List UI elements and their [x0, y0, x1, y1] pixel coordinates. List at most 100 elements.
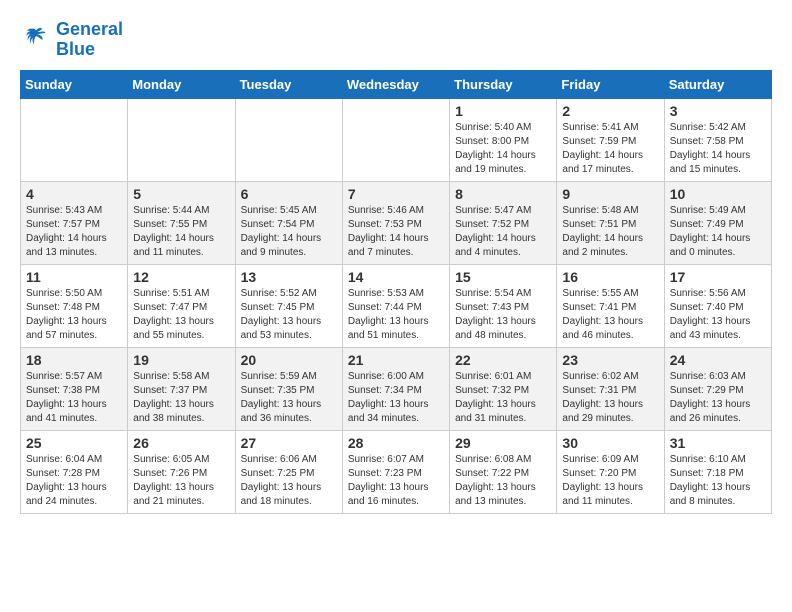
- calendar-cell: 18 Sunrise: 5:57 AM Sunset: 7:38 PM Dayli…: [21, 347, 128, 430]
- day-detail: Sunrise: 5:46 AM Sunset: 7:53 PM Dayligh…: [348, 204, 444, 260]
- day-number: 27: [241, 435, 337, 451]
- weekday-header-cell: Thursday: [450, 70, 557, 98]
- weekday-header-cell: Wednesday: [342, 70, 449, 98]
- day-number: 4: [26, 186, 122, 202]
- day-number: 11: [26, 269, 122, 285]
- day-number: 7: [348, 186, 444, 202]
- calendar-week-row: 25Sunrise: 6:04 AM Sunset: 7:28 PM Dayli…: [21, 430, 772, 513]
- day-number: 6: [241, 186, 337, 202]
- weekday-header-cell: Friday: [557, 70, 664, 98]
- day-number: 22: [455, 352, 551, 368]
- calendar-cell: 29 Sunrise: 6:08 AM Sunset: 7:22 PM Dayli…: [450, 430, 557, 513]
- day-number: 26: [133, 435, 229, 451]
- calendar-cell: [235, 98, 342, 181]
- day-number: 2: [562, 103, 658, 119]
- day-detail: Sunrise: 6:00 AM Sunset: 7:34 PM Dayligh…: [348, 370, 444, 426]
- day-number: 13: [241, 269, 337, 285]
- weekday-header-cell: Saturday: [664, 70, 771, 98]
- calendar-cell: 31 Sunrise: 6:10 AM Sunset: 7:18 PM Dayli…: [664, 430, 771, 513]
- calendar-cell: 9 Sunrise: 5:48 AM Sunset: 7:51 PM Daylig…: [557, 181, 664, 264]
- calendar-table: SundayMondayTuesdayWednesdayThursdayFrid…: [20, 70, 772, 514]
- day-number: 14: [348, 269, 444, 285]
- calendar-cell: 28Sunrise: 6:07 AM Sunset: 7:23 PM Dayli…: [342, 430, 449, 513]
- calendar-cell: 4 Sunrise: 5:43 AM Sunset: 7:57 PM Daylig…: [21, 181, 128, 264]
- day-number: 24: [670, 352, 766, 368]
- day-detail: Sunrise: 5:50 AM Sunset: 7:48 PM Dayligh…: [26, 287, 122, 343]
- day-detail: Sunrise: 5:40 AM Sunset: 8:00 PM Dayligh…: [455, 121, 551, 177]
- day-detail: Sunrise: 5:48 AM Sunset: 7:51 PM Dayligh…: [562, 204, 658, 260]
- weekday-header-cell: Tuesday: [235, 70, 342, 98]
- calendar-cell: 17 Sunrise: 5:56 AM Sunset: 7:40 PM Dayli…: [664, 264, 771, 347]
- day-detail: Sunrise: 5:49 AM Sunset: 7:49 PM Dayligh…: [670, 204, 766, 260]
- day-number: 20: [241, 352, 337, 368]
- day-detail: Sunrise: 6:03 AM Sunset: 7:29 PM Dayligh…: [670, 370, 766, 426]
- day-detail: Sunrise: 5:55 AM Sunset: 7:41 PM Dayligh…: [562, 287, 658, 343]
- day-detail: Sunrise: 5:51 AM Sunset: 7:47 PM Dayligh…: [133, 287, 229, 343]
- day-detail: Sunrise: 5:52 AM Sunset: 7:45 PM Dayligh…: [241, 287, 337, 343]
- day-number: 8: [455, 186, 551, 202]
- day-detail: Sunrise: 5:58 AM Sunset: 7:37 PM Dayligh…: [133, 370, 229, 426]
- calendar-cell: [21, 98, 128, 181]
- day-number: 3: [670, 103, 766, 119]
- logo-text: General Blue: [56, 20, 123, 60]
- calendar-cell: 21 Sunrise: 6:00 AM Sunset: 7:34 PM Dayli…: [342, 347, 449, 430]
- day-number: 9: [562, 186, 658, 202]
- day-detail: Sunrise: 6:08 AM Sunset: 7:22 PM Dayligh…: [455, 453, 551, 509]
- calendar-cell: 6 Sunrise: 5:45 AM Sunset: 7:54 PM Daylig…: [235, 181, 342, 264]
- day-detail: Sunrise: 6:09 AM Sunset: 7:20 PM Dayligh…: [562, 453, 658, 509]
- day-detail: Sunrise: 5:57 AM Sunset: 7:38 PM Dayligh…: [26, 370, 122, 426]
- calendar-cell: 12Sunrise: 5:51 AM Sunset: 7:47 PM Dayli…: [128, 264, 235, 347]
- day-number: 16: [562, 269, 658, 285]
- calendar-cell: 22 Sunrise: 6:01 AM Sunset: 7:32 PM Dayli…: [450, 347, 557, 430]
- day-detail: Sunrise: 5:42 AM Sunset: 7:58 PM Dayligh…: [670, 121, 766, 177]
- day-detail: Sunrise: 5:43 AM Sunset: 7:57 PM Dayligh…: [26, 204, 122, 260]
- calendar-cell: 25Sunrise: 6:04 AM Sunset: 7:28 PM Dayli…: [21, 430, 128, 513]
- day-number: 23: [562, 352, 658, 368]
- day-number: 5: [133, 186, 229, 202]
- calendar-cell: 30 Sunrise: 6:09 AM Sunset: 7:20 PM Dayli…: [557, 430, 664, 513]
- calendar-cell: 20 Sunrise: 5:59 AM Sunset: 7:35 PM Dayli…: [235, 347, 342, 430]
- day-number: 21: [348, 352, 444, 368]
- day-detail: Sunrise: 5:45 AM Sunset: 7:54 PM Dayligh…: [241, 204, 337, 260]
- day-detail: Sunrise: 5:41 AM Sunset: 7:59 PM Dayligh…: [562, 121, 658, 177]
- day-detail: Sunrise: 6:07 AM Sunset: 7:23 PM Dayligh…: [348, 453, 444, 509]
- day-number: 31: [670, 435, 766, 451]
- calendar-cell: 14 Sunrise: 5:53 AM Sunset: 7:44 PM Dayli…: [342, 264, 449, 347]
- day-detail: Sunrise: 5:56 AM Sunset: 7:40 PM Dayligh…: [670, 287, 766, 343]
- page-header: General Blue: [20, 20, 772, 60]
- day-number: 1: [455, 103, 551, 119]
- day-detail: Sunrise: 5:54 AM Sunset: 7:43 PM Dayligh…: [455, 287, 551, 343]
- calendar-cell: 27Sunrise: 6:06 AM Sunset: 7:25 PM Dayli…: [235, 430, 342, 513]
- calendar-week-row: 18 Sunrise: 5:57 AM Sunset: 7:38 PM Dayli…: [21, 347, 772, 430]
- day-number: 29: [455, 435, 551, 451]
- calendar-cell: 19Sunrise: 5:58 AM Sunset: 7:37 PM Dayli…: [128, 347, 235, 430]
- day-number: 30: [562, 435, 658, 451]
- calendar-cell: 26 Sunrise: 6:05 AM Sunset: 7:26 PM Dayli…: [128, 430, 235, 513]
- calendar-cell: 15 Sunrise: 5:54 AM Sunset: 7:43 PM Dayli…: [450, 264, 557, 347]
- calendar-cell: 3 Sunrise: 5:42 AM Sunset: 7:58 PM Daylig…: [664, 98, 771, 181]
- day-detail: Sunrise: 5:53 AM Sunset: 7:44 PM Dayligh…: [348, 287, 444, 343]
- calendar-cell: 24 Sunrise: 6:03 AM Sunset: 7:29 PM Dayli…: [664, 347, 771, 430]
- calendar-cell: 2 Sunrise: 5:41 AM Sunset: 7:59 PM Daylig…: [557, 98, 664, 181]
- day-detail: Sunrise: 6:01 AM Sunset: 7:32 PM Dayligh…: [455, 370, 551, 426]
- day-detail: Sunrise: 6:05 AM Sunset: 7:26 PM Dayligh…: [133, 453, 229, 509]
- calendar-week-row: 4 Sunrise: 5:43 AM Sunset: 7:57 PM Daylig…: [21, 181, 772, 264]
- calendar-cell: 7 Sunrise: 5:46 AM Sunset: 7:53 PM Daylig…: [342, 181, 449, 264]
- day-number: 15: [455, 269, 551, 285]
- day-detail: Sunrise: 6:10 AM Sunset: 7:18 PM Dayligh…: [670, 453, 766, 509]
- weekday-header-cell: Monday: [128, 70, 235, 98]
- weekday-header-cell: Sunday: [21, 70, 128, 98]
- calendar-cell: [342, 98, 449, 181]
- calendar-cell: 8 Sunrise: 5:47 AM Sunset: 7:52 PM Daylig…: [450, 181, 557, 264]
- calendar-cell: 11 Sunrise: 5:50 AM Sunset: 7:48 PM Dayli…: [21, 264, 128, 347]
- calendar-cell: 16 Sunrise: 5:55 AM Sunset: 7:41 PM Dayli…: [557, 264, 664, 347]
- day-detail: Sunrise: 6:04 AM Sunset: 7:28 PM Dayligh…: [26, 453, 122, 509]
- calendar-week-row: 1 Sunrise: 5:40 AM Sunset: 8:00 PM Daylig…: [21, 98, 772, 181]
- day-number: 17: [670, 269, 766, 285]
- day-detail: Sunrise: 5:47 AM Sunset: 7:52 PM Dayligh…: [455, 204, 551, 260]
- calendar-week-row: 11 Sunrise: 5:50 AM Sunset: 7:48 PM Dayli…: [21, 264, 772, 347]
- day-detail: Sunrise: 6:02 AM Sunset: 7:31 PM Dayligh…: [562, 370, 658, 426]
- day-detail: Sunrise: 5:59 AM Sunset: 7:35 PM Dayligh…: [241, 370, 337, 426]
- calendar-cell: 10Sunrise: 5:49 AM Sunset: 7:49 PM Dayli…: [664, 181, 771, 264]
- day-number: 18: [26, 352, 122, 368]
